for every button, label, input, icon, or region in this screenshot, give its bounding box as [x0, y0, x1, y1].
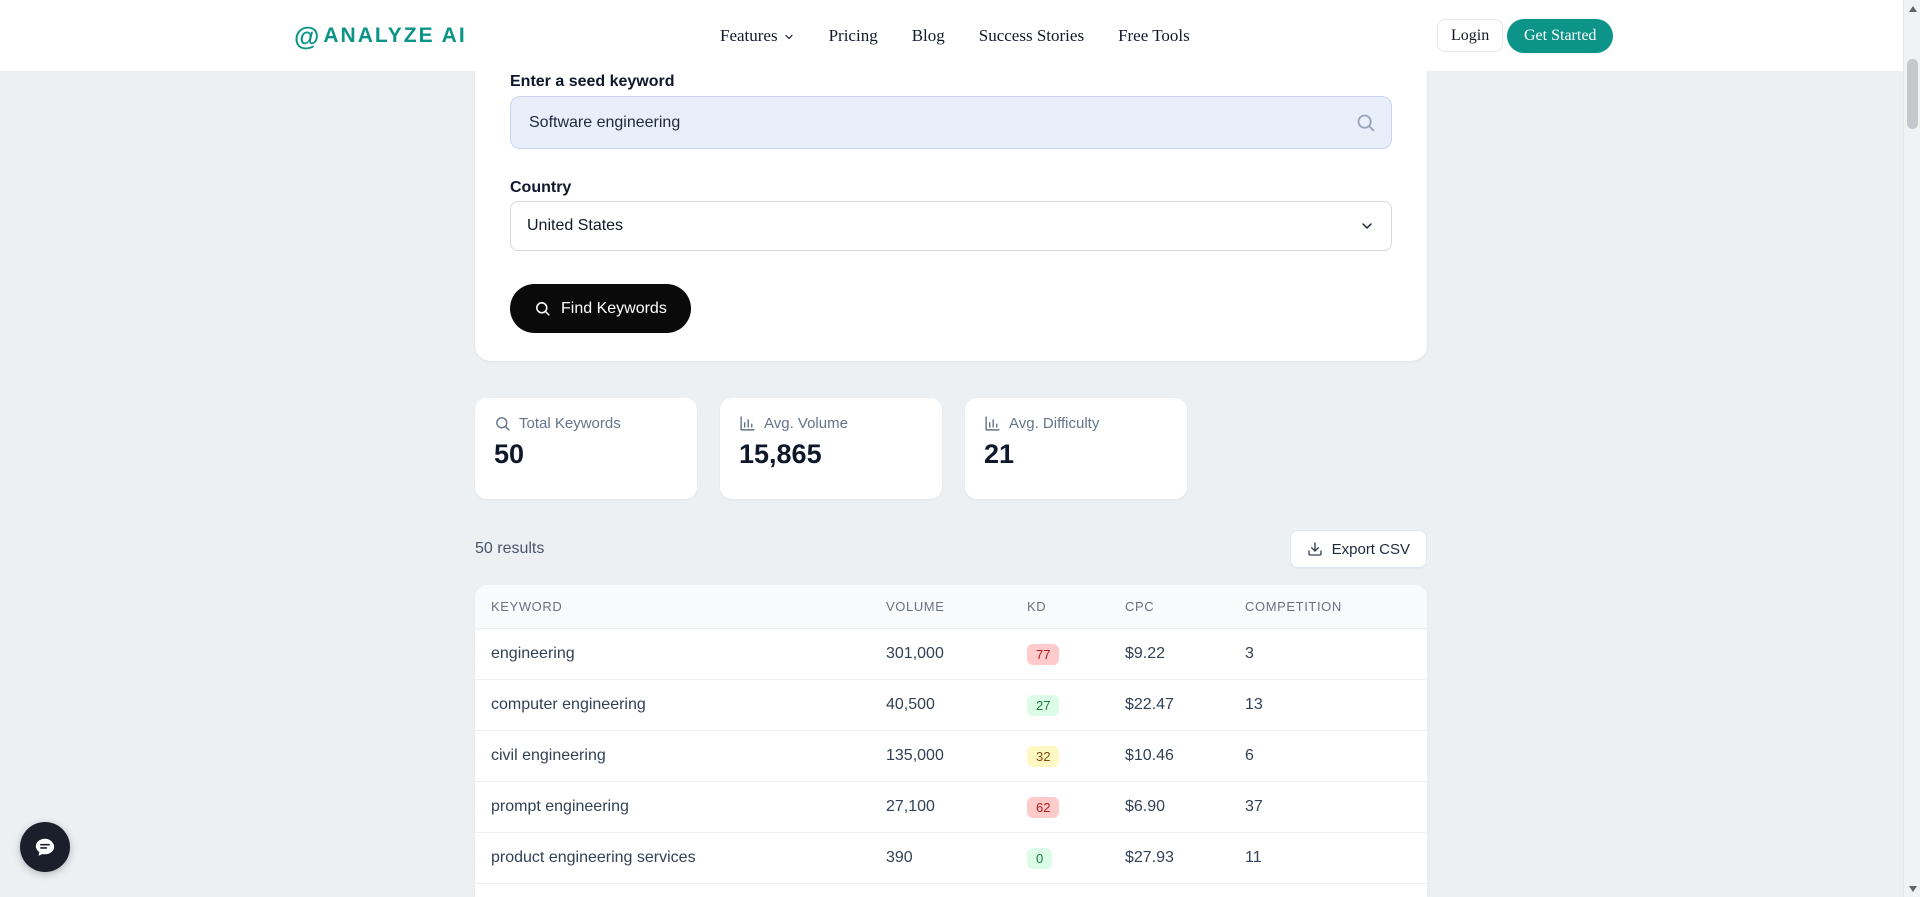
get-started-button[interactable]: Get Started [1507, 19, 1614, 53]
search-icon [496, 417, 510, 431]
cell-competition: 11 [1245, 849, 1262, 866]
kd-badge: 32 [1027, 745, 1060, 767]
cell-competition: 37 [1245, 798, 1263, 815]
nav-item-pricing[interactable]: Pricing [829, 26, 878, 46]
table-header-row: KEYWORD VOLUME KD CPC COMPETITION [475, 585, 1427, 629]
export-csv-label: Export CSV [1331, 540, 1410, 558]
find-keywords-label: Find Keywords [561, 299, 667, 317]
cell-cpc: $22.47 [1125, 696, 1174, 713]
cell-keyword: prompt engineering [491, 798, 629, 815]
chat-bubble-icon [35, 838, 55, 856]
stat-label: Total Keywords [519, 415, 621, 432]
cell-keyword: computer engineering [491, 696, 646, 713]
nav-item-label: Features [720, 25, 778, 45]
nav-item-free-tools[interactable]: Free Tools [1118, 26, 1190, 46]
column-header-kd: KD [1027, 599, 1047, 614]
table-row: computer engineering 40,500 27 $22.47 13 [475, 680, 1427, 731]
download-icon [1307, 542, 1322, 556]
keywords-table: KEYWORD VOLUME KD CPC COMPETITION engine… [475, 585, 1427, 897]
cell-volume: 27,100 [886, 798, 935, 815]
stats-row: Total Keywords 50 Avg. Volume 15,865 Avg… [475, 398, 1187, 499]
brand-logo[interactable]: @ ANALYZE AI [294, 0, 467, 71]
column-header-cpc: CPC [1125, 599, 1155, 614]
cell-competition: 6 [1245, 747, 1254, 764]
chat-launcher-button[interactable] [20, 822, 70, 872]
seed-keyword-input-wrap [510, 96, 1392, 149]
table-row: product engineering services 390 0 $27.9… [475, 833, 1427, 884]
stat-card-avg-difficulty: Avg. Difficulty 21 [965, 398, 1187, 499]
cell-keyword: engineering [491, 645, 575, 662]
column-header-competition: COMPETITION [1245, 599, 1342, 614]
country-select[interactable]: United States [510, 201, 1392, 251]
seed-keyword-label: Enter a seed keyword [510, 73, 675, 90]
cell-cpc: $10.46 [1125, 747, 1174, 764]
seed-keyword-input[interactable] [510, 96, 1392, 149]
stat-label: Avg. Difficulty [1009, 415, 1100, 432]
results-bar: 50 results Export CSV [475, 530, 1427, 568]
kd-badge: 62 [1027, 796, 1060, 818]
nav-item-label: Success Stories [978, 25, 1085, 45]
country-selected-value: United States [527, 217, 624, 234]
stat-label: Avg. Volume [764, 415, 848, 432]
search-icon [536, 302, 550, 316]
cell-competition: 3 [1245, 645, 1254, 662]
nav-item-blog[interactable]: Blog [912, 26, 945, 46]
kd-badge: 27 [1027, 694, 1060, 716]
stat-card-total-keywords: Total Keywords 50 [475, 398, 697, 499]
cell-volume: 135,000 [886, 747, 944, 764]
cell-competition: 13 [1245, 696, 1263, 713]
login-button[interactable]: Login [1437, 19, 1504, 52]
brand-logo-text: ANALYZE AI [323, 23, 467, 47]
main-nav: Features Pricing Blog Success Stories Fr… [720, 0, 1190, 71]
scroll-down-arrow[interactable] [1904, 880, 1920, 897]
cell-keyword: product engineering services [491, 849, 696, 866]
results-count: 50 results [475, 540, 545, 557]
vertical-scrollbar [1903, 0, 1920, 897]
chevron-down-icon [1362, 223, 1372, 229]
nav-item-success-stories[interactable]: Success Stories [979, 26, 1084, 46]
nav-item-features[interactable]: Features [720, 26, 795, 46]
cell-volume: 390 [886, 849, 913, 866]
table-row: engineering 301,000 77 $9.22 3 [475, 629, 1427, 680]
kd-badge: 0 [1027, 847, 1053, 869]
table-row: prompt engineering 27,100 62 $6.90 37 [475, 782, 1427, 833]
scroll-up-arrow[interactable] [1904, 0, 1920, 17]
find-keywords-button[interactable]: Find Keywords [510, 284, 691, 333]
table-row: civil engineering 135,000 32 $10.46 6 [475, 731, 1427, 782]
bar-chart-icon [985, 416, 1000, 431]
export-csv-button[interactable]: Export CSV [1289, 530, 1427, 568]
column-header-volume: VOLUME [886, 599, 945, 614]
cell-keyword: civil engineering [491, 747, 606, 764]
country-label: Country [510, 179, 572, 196]
scrollbar-thumb[interactable] [1907, 59, 1918, 129]
at-icon: @ [294, 20, 320, 51]
stat-card-avg-volume: Avg. Volume 15,865 [720, 398, 942, 499]
stat-value: 21 [984, 439, 1015, 469]
cell-cpc: $27.93 [1125, 849, 1174, 866]
stat-value: 15,865 [739, 439, 822, 469]
chevron-down-icon [784, 34, 793, 39]
cell-cpc: $6.90 [1125, 798, 1166, 815]
search-icon [1357, 114, 1375, 132]
cell-volume: 301,000 [886, 645, 944, 662]
stat-value: 50 [494, 439, 525, 469]
nav-item-label: Blog [911, 25, 945, 45]
column-header-keyword: KEYWORD [491, 599, 563, 614]
top-navbar: @ ANALYZE AI Features Pricing Blog Succe… [0, 0, 1903, 71]
kd-badge: 77 [1027, 643, 1060, 665]
cell-volume: 40,500 [886, 696, 935, 713]
keyword-search-card: Enter a seed keyword Country United Stat… [475, 40, 1427, 361]
nav-item-label: Free Tools [1118, 25, 1190, 45]
bar-chart-icon [740, 416, 755, 431]
cell-cpc: $9.22 [1125, 645, 1166, 662]
nav-item-label: Pricing [828, 25, 878, 45]
